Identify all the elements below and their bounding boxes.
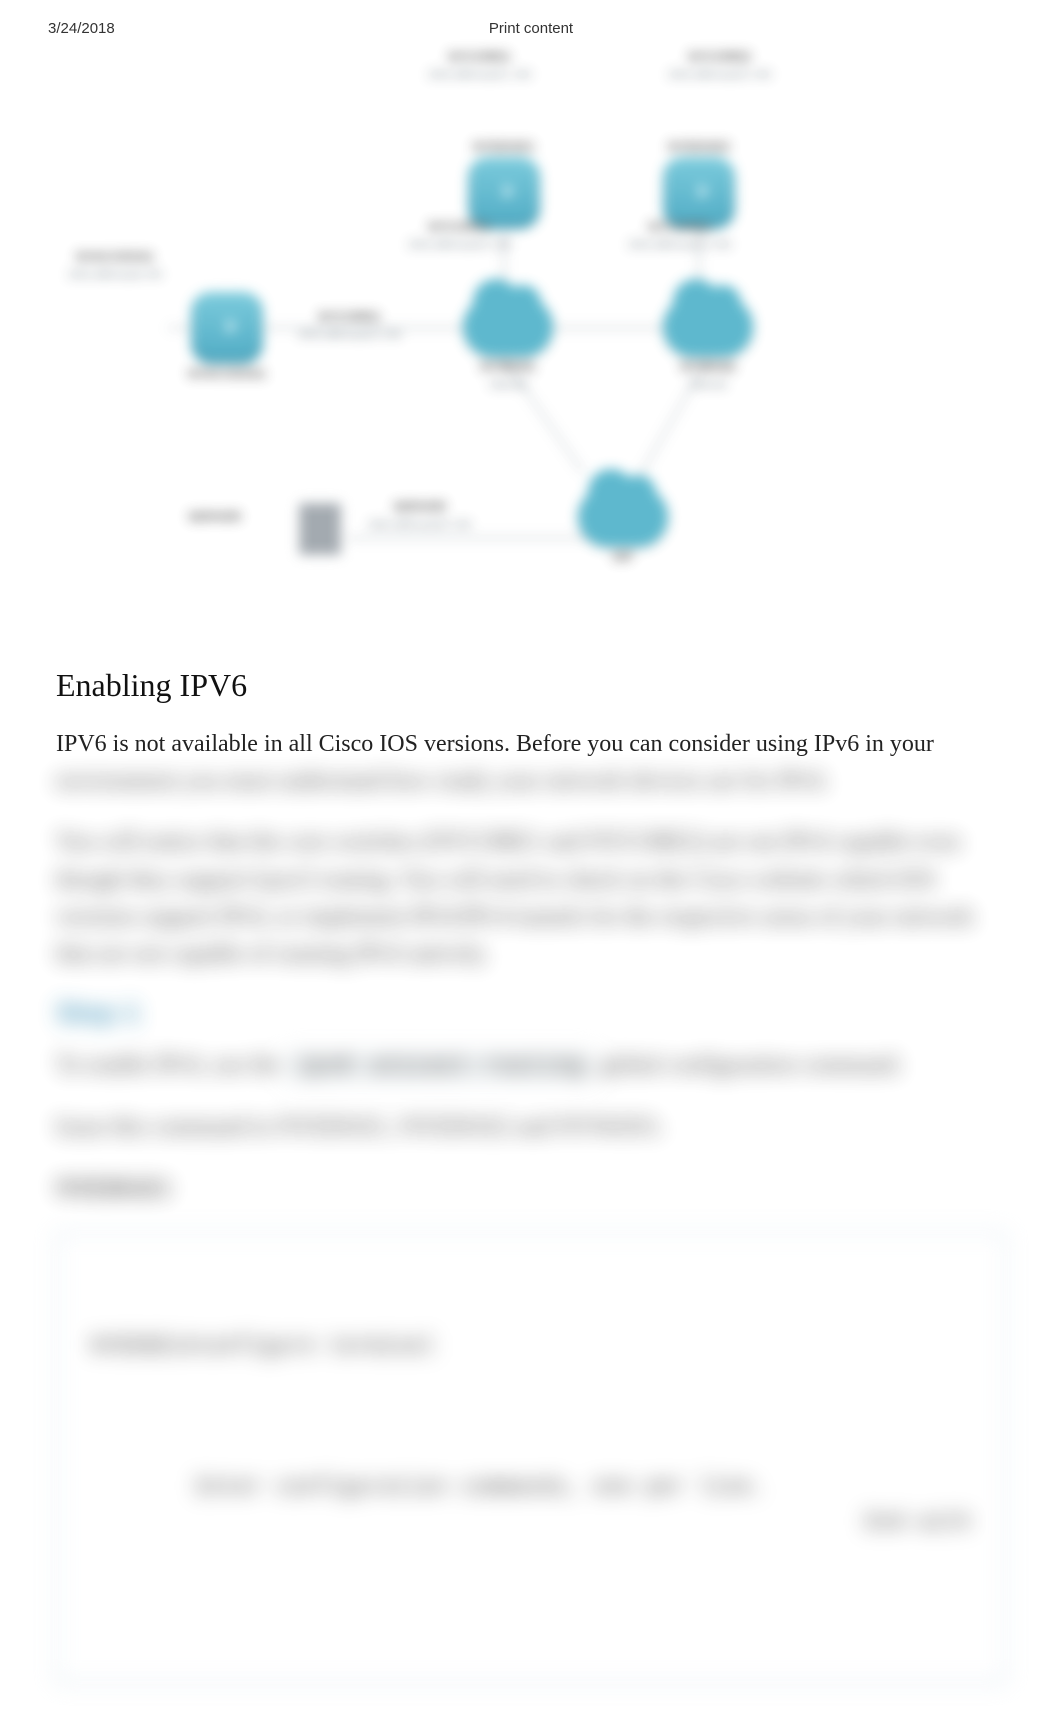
diag-addr: 2001:db8:acad:5::/64	[368, 519, 471, 532]
diag-label: SERVER	[393, 499, 446, 515]
diag-caption: Internet	[689, 379, 726, 392]
router-icon	[191, 292, 263, 364]
server-icon	[298, 502, 342, 556]
terminal-line: NYEDGE1#configure terminal	[91, 1329, 971, 1364]
diag-addr: 2001:db8:acad:3::/64	[408, 239, 511, 252]
diag-label: NYWAN1	[480, 359, 536, 375]
intro-text-blurred: environment you must understand how read…	[56, 768, 829, 794]
cloud-icon	[463, 297, 553, 357]
terminal-line: Enter configuration commands, one per li…	[91, 1435, 971, 1576]
diag-label: NYEDGE1	[473, 139, 535, 155]
diag-label: NYCORE1	[318, 309, 381, 325]
step-heading: Step 1	[56, 997, 1006, 1029]
page-header: 3/24/2018 Print content	[0, 0, 1062, 37]
diag-label: ISP	[613, 549, 634, 565]
device-label: NYEDGE1	[56, 1171, 1006, 1208]
diag-label: NYCORE2	[688, 49, 751, 65]
cloud-icon	[578, 487, 668, 547]
diag-label: NYWAN2	[680, 359, 736, 375]
diag-label: NYCORE2	[648, 219, 711, 235]
diag-label: NYACCESS1	[76, 249, 154, 265]
terminal-output: NYEDGE1#configure terminal Enter configu…	[91, 1259, 971, 1646]
diag-caption: Internet	[489, 379, 526, 392]
step-text: global configuration command.	[600, 1052, 902, 1078]
diag-addr: 2001:db8:acad:4::/64	[628, 239, 731, 252]
diag-addr: 2001:db8:acad:3::/64	[298, 329, 401, 342]
step-line: To enable IPv6, use the ipv6 unicast-rou…	[56, 1047, 1006, 1085]
section-heading: Enabling IPV6	[56, 667, 1006, 704]
diag-label: NYCORE1	[448, 49, 511, 65]
network-diagram: NYCORE1 2001:db8:acad:1::/64 NYCORE2 200…	[48, 47, 1014, 627]
terminal-text: Enter configuration commands, one per li…	[197, 1475, 765, 1500]
terminal-box: NYEDGE1#configure terminal Enter configu…	[56, 1232, 1006, 1683]
diag-addr: 2001:db8:acad:1::/64	[428, 69, 531, 82]
cloud-icon	[663, 297, 753, 357]
header-title: Print content	[0, 20, 1062, 37]
header-date: 3/24/2018	[48, 20, 115, 37]
diag-addr: 2001:db8:acad::/64	[68, 269, 162, 282]
intro-paragraph: IPV6 is not available in all Cisco IOS v…	[56, 726, 1006, 800]
step-line: Issue this command in NYEDGE1, NYEDGE2 a…	[56, 1109, 1006, 1146]
step-text: To enable IPv6, use the	[56, 1052, 286, 1078]
terminal-text: End with	[865, 1505, 971, 1540]
inline-command: ipv6 unicast-routing	[286, 1051, 594, 1082]
body-paragraph: You will notice that the core switches (…	[56, 824, 1006, 973]
diag-label: NYEDGE2	[668, 139, 730, 155]
diag-label: NYCORE1	[428, 219, 491, 235]
intro-text: IPV6 is not available in all Cisco IOS v…	[56, 731, 934, 757]
diag-addr: 2001:db8:acad:2::/64	[668, 69, 771, 82]
diag-label: SERVER	[188, 509, 241, 525]
diag-label: NYACCESS1	[188, 366, 266, 382]
